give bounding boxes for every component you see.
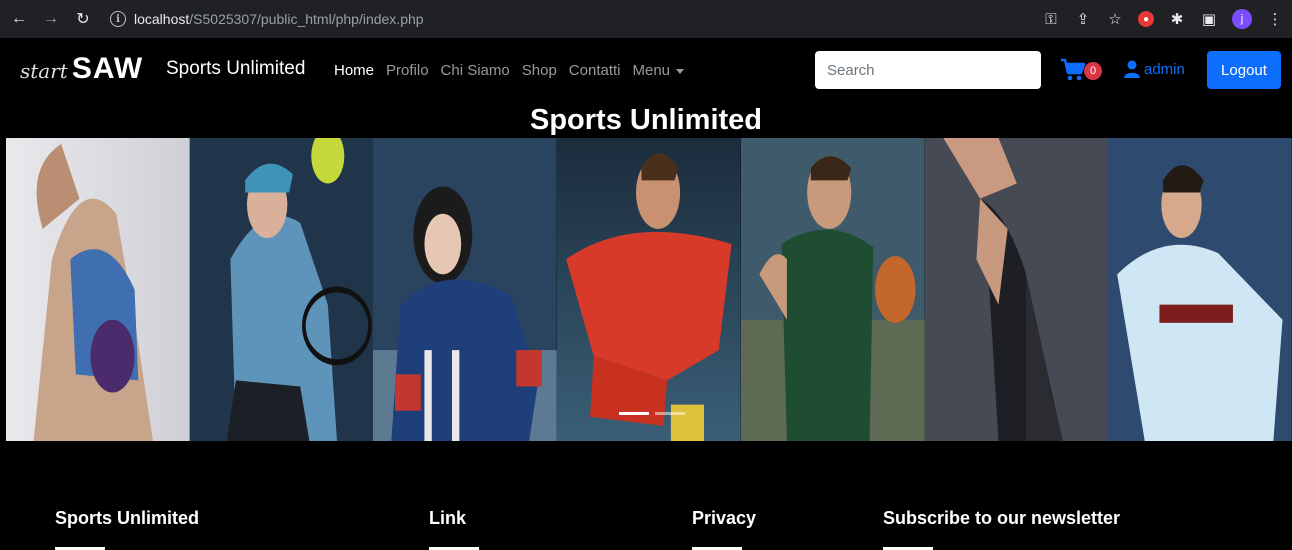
- footer-heading-sports-unlimited: Sports Unlimited: [55, 508, 200, 528]
- url-path: /S5025307/public_html/php/index.php: [189, 11, 424, 27]
- brand-logo[interactable]: start SAW: [20, 52, 143, 86]
- site-info-icon[interactable]: i: [110, 11, 126, 27]
- user-link[interactable]: admin: [1124, 60, 1185, 78]
- banner-panel-basketball: [740, 138, 925, 441]
- search-input[interactable]: [815, 51, 1041, 89]
- profile-avatar[interactable]: j: [1232, 9, 1252, 29]
- carousel-indicator-2[interactable]: [655, 412, 685, 415]
- carousel-indicators: [619, 412, 685, 415]
- browser-toolbar: ← → ↻ i localhost /S5025307/public_html/…: [0, 0, 1292, 38]
- carousel-indicator-1[interactable]: [619, 412, 649, 415]
- forward-icon[interactable]: →: [38, 6, 64, 32]
- sidepanel-icon[interactable]: ▣: [1200, 10, 1218, 28]
- cart-count-badge: 0: [1084, 62, 1102, 80]
- banner-panel-gymnastics: [6, 138, 190, 441]
- puzzle-icon[interactable]: ✱: [1168, 10, 1186, 28]
- caret-down-icon: [676, 68, 685, 74]
- address-bar[interactable]: i localhost /S5025307/public_html/php/in…: [110, 5, 1010, 33]
- nav-links: Home Profilo Chi Siamo Shop Contatti Men…: [334, 62, 685, 79]
- user-name: admin: [1144, 60, 1185, 78]
- cart-icon: [1061, 58, 1086, 81]
- reload-icon[interactable]: ↻: [70, 6, 96, 32]
- nav-link-profilo[interactable]: Profilo: [386, 62, 429, 79]
- extension-icon[interactable]: ●: [1138, 11, 1154, 27]
- footer-heading-newsletter: Subscribe to our newsletter: [883, 508, 1121, 528]
- site-navbar: start SAW Sports Unlimited Home Profilo …: [0, 38, 1292, 104]
- banner-panel-football: [557, 138, 741, 441]
- bookmark-star-icon[interactable]: ☆: [1106, 10, 1124, 28]
- banner-panel-ice-hockey: [373, 138, 558, 441]
- banner-panel-athletics: [924, 138, 1109, 441]
- brand-big: SAW: [71, 52, 144, 85]
- footer-heading-privacy: Privacy: [692, 508, 757, 528]
- nav-menu-label: Menu: [632, 62, 671, 79]
- cart-button[interactable]: 0: [1060, 58, 1102, 84]
- nav-link-chi-siamo[interactable]: Chi Siamo: [441, 62, 510, 79]
- url-host: localhost: [134, 11, 190, 27]
- banner-panel-tennis: [189, 138, 374, 441]
- hero-title: Sports Unlimited: [529, 104, 762, 136]
- kebab-menu-icon[interactable]: ⋮: [1266, 10, 1284, 28]
- footer-heading-link: Link: [429, 508, 467, 528]
- logout-button[interactable]: Logout: [1207, 51, 1281, 89]
- sports-banner: [6, 138, 1292, 441]
- back-icon[interactable]: ←: [6, 6, 32, 32]
- user-icon: [1124, 60, 1140, 78]
- nav-link-shop[interactable]: Shop: [522, 62, 557, 79]
- brand-name[interactable]: Sports Unlimited: [166, 58, 305, 80]
- nav-link-contatti[interactable]: Contatti: [569, 62, 621, 79]
- nav-link-home[interactable]: Home: [334, 62, 374, 79]
- brand-script: start: [20, 59, 68, 83]
- banner-panel-taekwondo: [1108, 138, 1292, 441]
- share-icon[interactable]: ⇪: [1074, 10, 1092, 28]
- key-icon[interactable]: ⚿: [1042, 10, 1060, 28]
- nav-dropdown-menu[interactable]: Menu: [633, 62, 685, 79]
